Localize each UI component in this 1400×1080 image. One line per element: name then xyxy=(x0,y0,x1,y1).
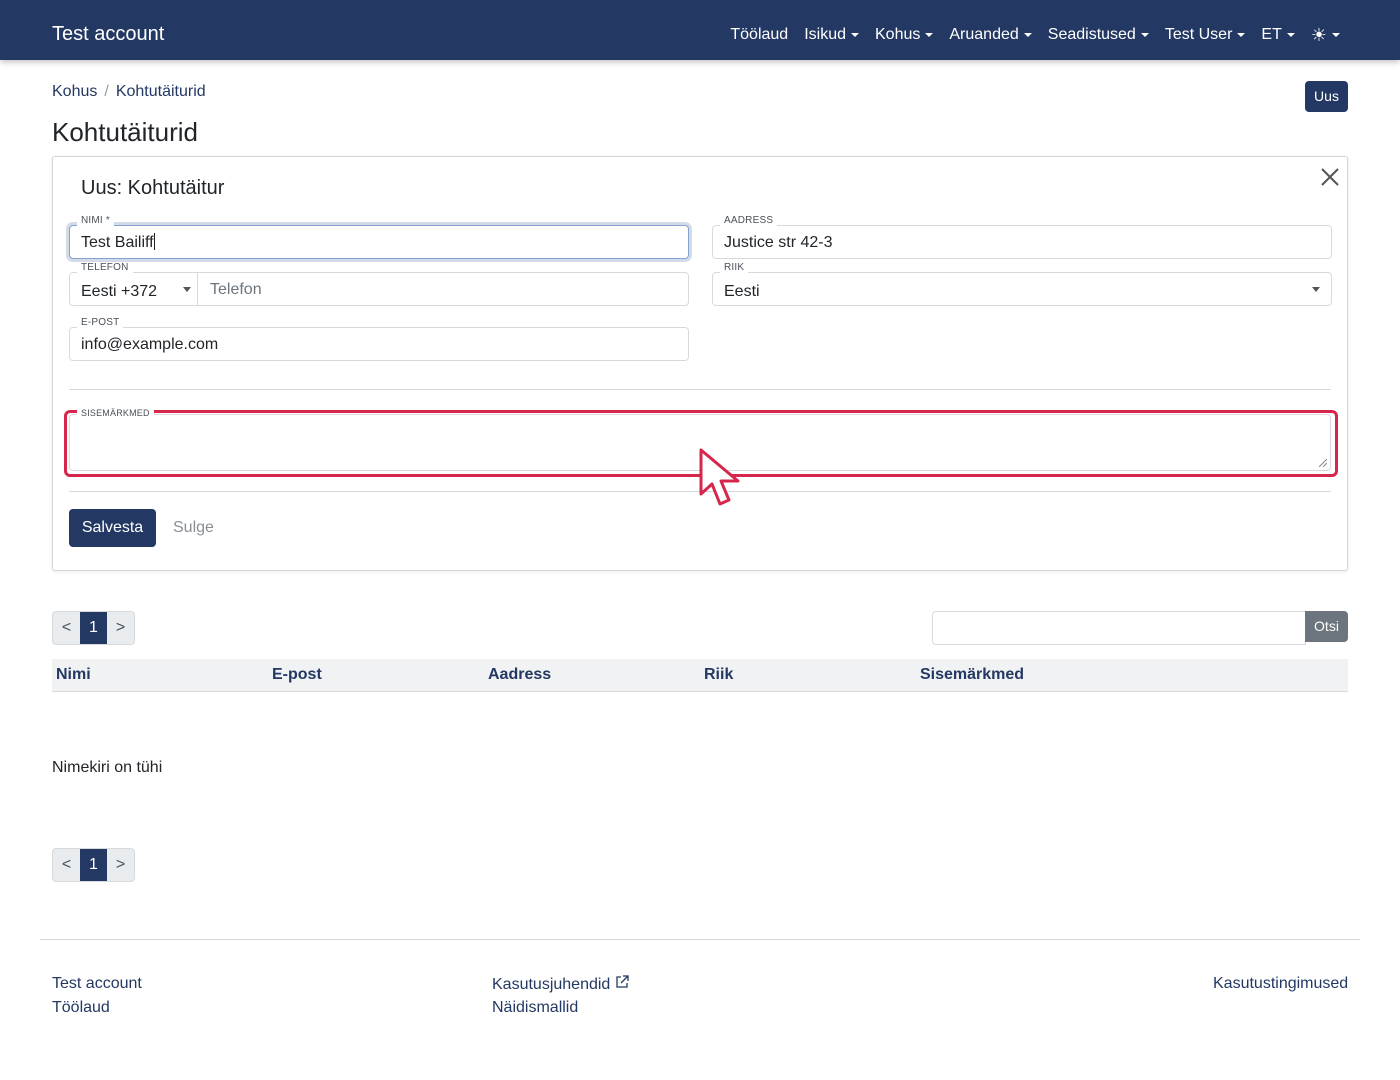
phone-country-select[interactable]: Eesti +372 xyxy=(69,272,197,306)
email-label: E-POST xyxy=(77,317,124,329)
footer-link-guides[interactable]: Kasutusjuhendid xyxy=(492,974,630,995)
nav-item-toolaud[interactable]: Töölaud xyxy=(730,24,788,46)
breadcrumb-item-kohus[interactable]: Kohus xyxy=(52,82,97,102)
search-input[interactable] xyxy=(932,611,1306,645)
search-group: Otsi xyxy=(932,611,1348,645)
footer-link-templates[interactable]: Näidismallid xyxy=(492,998,578,1018)
name-value: Test Bailiff xyxy=(81,234,154,251)
page-button-1[interactable]: 1 xyxy=(80,612,107,644)
footer-link-account[interactable]: Test account xyxy=(52,974,142,994)
name-field[interactable]: NIMI * Test Bailiff xyxy=(69,215,689,259)
column-header-aadress[interactable]: Aadress xyxy=(488,665,551,685)
column-header-sisemarkmed[interactable]: Sisemärkmed xyxy=(920,665,1024,685)
empty-list-message: Nimekiri on tühi xyxy=(52,759,163,776)
chevron-down-icon xyxy=(1023,33,1032,37)
nav-item-aruanded[interactable]: Aruanded xyxy=(949,24,1032,46)
footer-link-toolaud[interactable]: Töölaud xyxy=(52,998,110,1018)
nav-menu: Töölaud Isikud Kohus Aruanded Seadistuse… xyxy=(714,24,1340,46)
theme-toggle[interactable]: ☀ xyxy=(1311,24,1340,46)
prev-page-button[interactable]: < xyxy=(53,849,80,881)
column-header-nimi[interactable]: Nimi xyxy=(56,665,91,685)
chevron-down-icon xyxy=(1140,33,1149,37)
page-button-1[interactable]: 1 xyxy=(80,849,107,881)
chevron-down-icon xyxy=(183,287,191,292)
close-button[interactable]: Sulge xyxy=(173,509,214,547)
sun-icon: ☀ xyxy=(1310,25,1327,45)
notes-label: SISEMÄRKMED xyxy=(77,408,154,418)
email-value: info@example.com xyxy=(81,336,219,353)
next-page-button[interactable]: > xyxy=(107,849,134,881)
pagination-bottom: < 1 > xyxy=(52,848,135,882)
footer-link-terms[interactable]: Kasutustingimused xyxy=(1213,974,1348,994)
divider xyxy=(69,389,1331,390)
breadcrumb-item-kohtutaiturid[interactable]: Kohtutäiturid xyxy=(116,82,206,102)
new-button[interactable]: Uus xyxy=(1305,81,1348,112)
address-value: Justice str 42-3 xyxy=(724,234,833,251)
brand-link[interactable]: Test account xyxy=(52,22,164,46)
close-icon[interactable] xyxy=(1319,166,1341,188)
save-button[interactable]: Salvesta xyxy=(69,509,156,547)
external-link-icon xyxy=(616,975,629,988)
phone-placeholder: Telefon xyxy=(210,281,262,298)
page-title: Kohtutäiturid xyxy=(52,117,198,147)
chevron-down-icon xyxy=(925,33,934,37)
chevron-down-icon xyxy=(1312,287,1320,292)
column-header-epost[interactable]: E-post xyxy=(272,665,322,685)
email-field[interactable]: E-POST info@example.com xyxy=(69,317,689,361)
footer-divider xyxy=(40,939,1360,940)
chevron-down-icon xyxy=(1286,33,1295,37)
chevron-down-icon xyxy=(851,33,859,37)
country-select[interactable]: RIIK Eesti xyxy=(712,262,1332,306)
chevron-down-icon xyxy=(1332,33,1340,37)
search-button[interactable]: Otsi xyxy=(1305,611,1348,642)
country-label: RIIK xyxy=(720,262,749,274)
phone-country-value: Eesti +372 xyxy=(81,283,158,300)
resize-grip-icon[interactable] xyxy=(1319,459,1327,467)
table-header: Nimi E-post Aadress Riik Sisemärkmed xyxy=(52,659,1348,692)
address-field[interactable]: AADRESS Justice str 42-3 xyxy=(712,215,1332,259)
form-title: Uus: Kohtutäitur xyxy=(81,177,225,199)
prev-page-button[interactable]: < xyxy=(53,612,80,644)
top-navbar: Test account Töölaud Isikud Kohus Aruand… xyxy=(0,0,1400,60)
phone-number-input[interactable]: Telefon xyxy=(198,272,688,306)
address-label: AADRESS xyxy=(720,215,778,227)
next-page-button[interactable]: > xyxy=(107,612,134,644)
nav-item-kohus[interactable]: Kohus xyxy=(875,24,934,46)
column-header-riik[interactable]: Riik xyxy=(704,665,733,685)
text-caret xyxy=(153,233,155,250)
pagination-top: < 1 > xyxy=(52,611,135,645)
nav-item-user[interactable]: Test User xyxy=(1165,24,1246,46)
nav-item-language[interactable]: ET xyxy=(1261,24,1295,46)
nav-item-seadistused[interactable]: Seadistused xyxy=(1048,24,1149,46)
nav-item-isikud[interactable]: Isikud xyxy=(804,24,859,46)
breadcrumb: Kohus / Kohtutäiturid xyxy=(52,82,206,102)
country-value: Eesti xyxy=(724,283,760,300)
phone-field: TELEFON Eesti +372 Telefon xyxy=(69,262,689,306)
name-label: NIMI * xyxy=(77,215,114,227)
mouse-cursor-icon xyxy=(699,448,740,506)
breadcrumb-separator: / xyxy=(104,83,109,100)
chevron-down-icon xyxy=(1237,33,1246,37)
